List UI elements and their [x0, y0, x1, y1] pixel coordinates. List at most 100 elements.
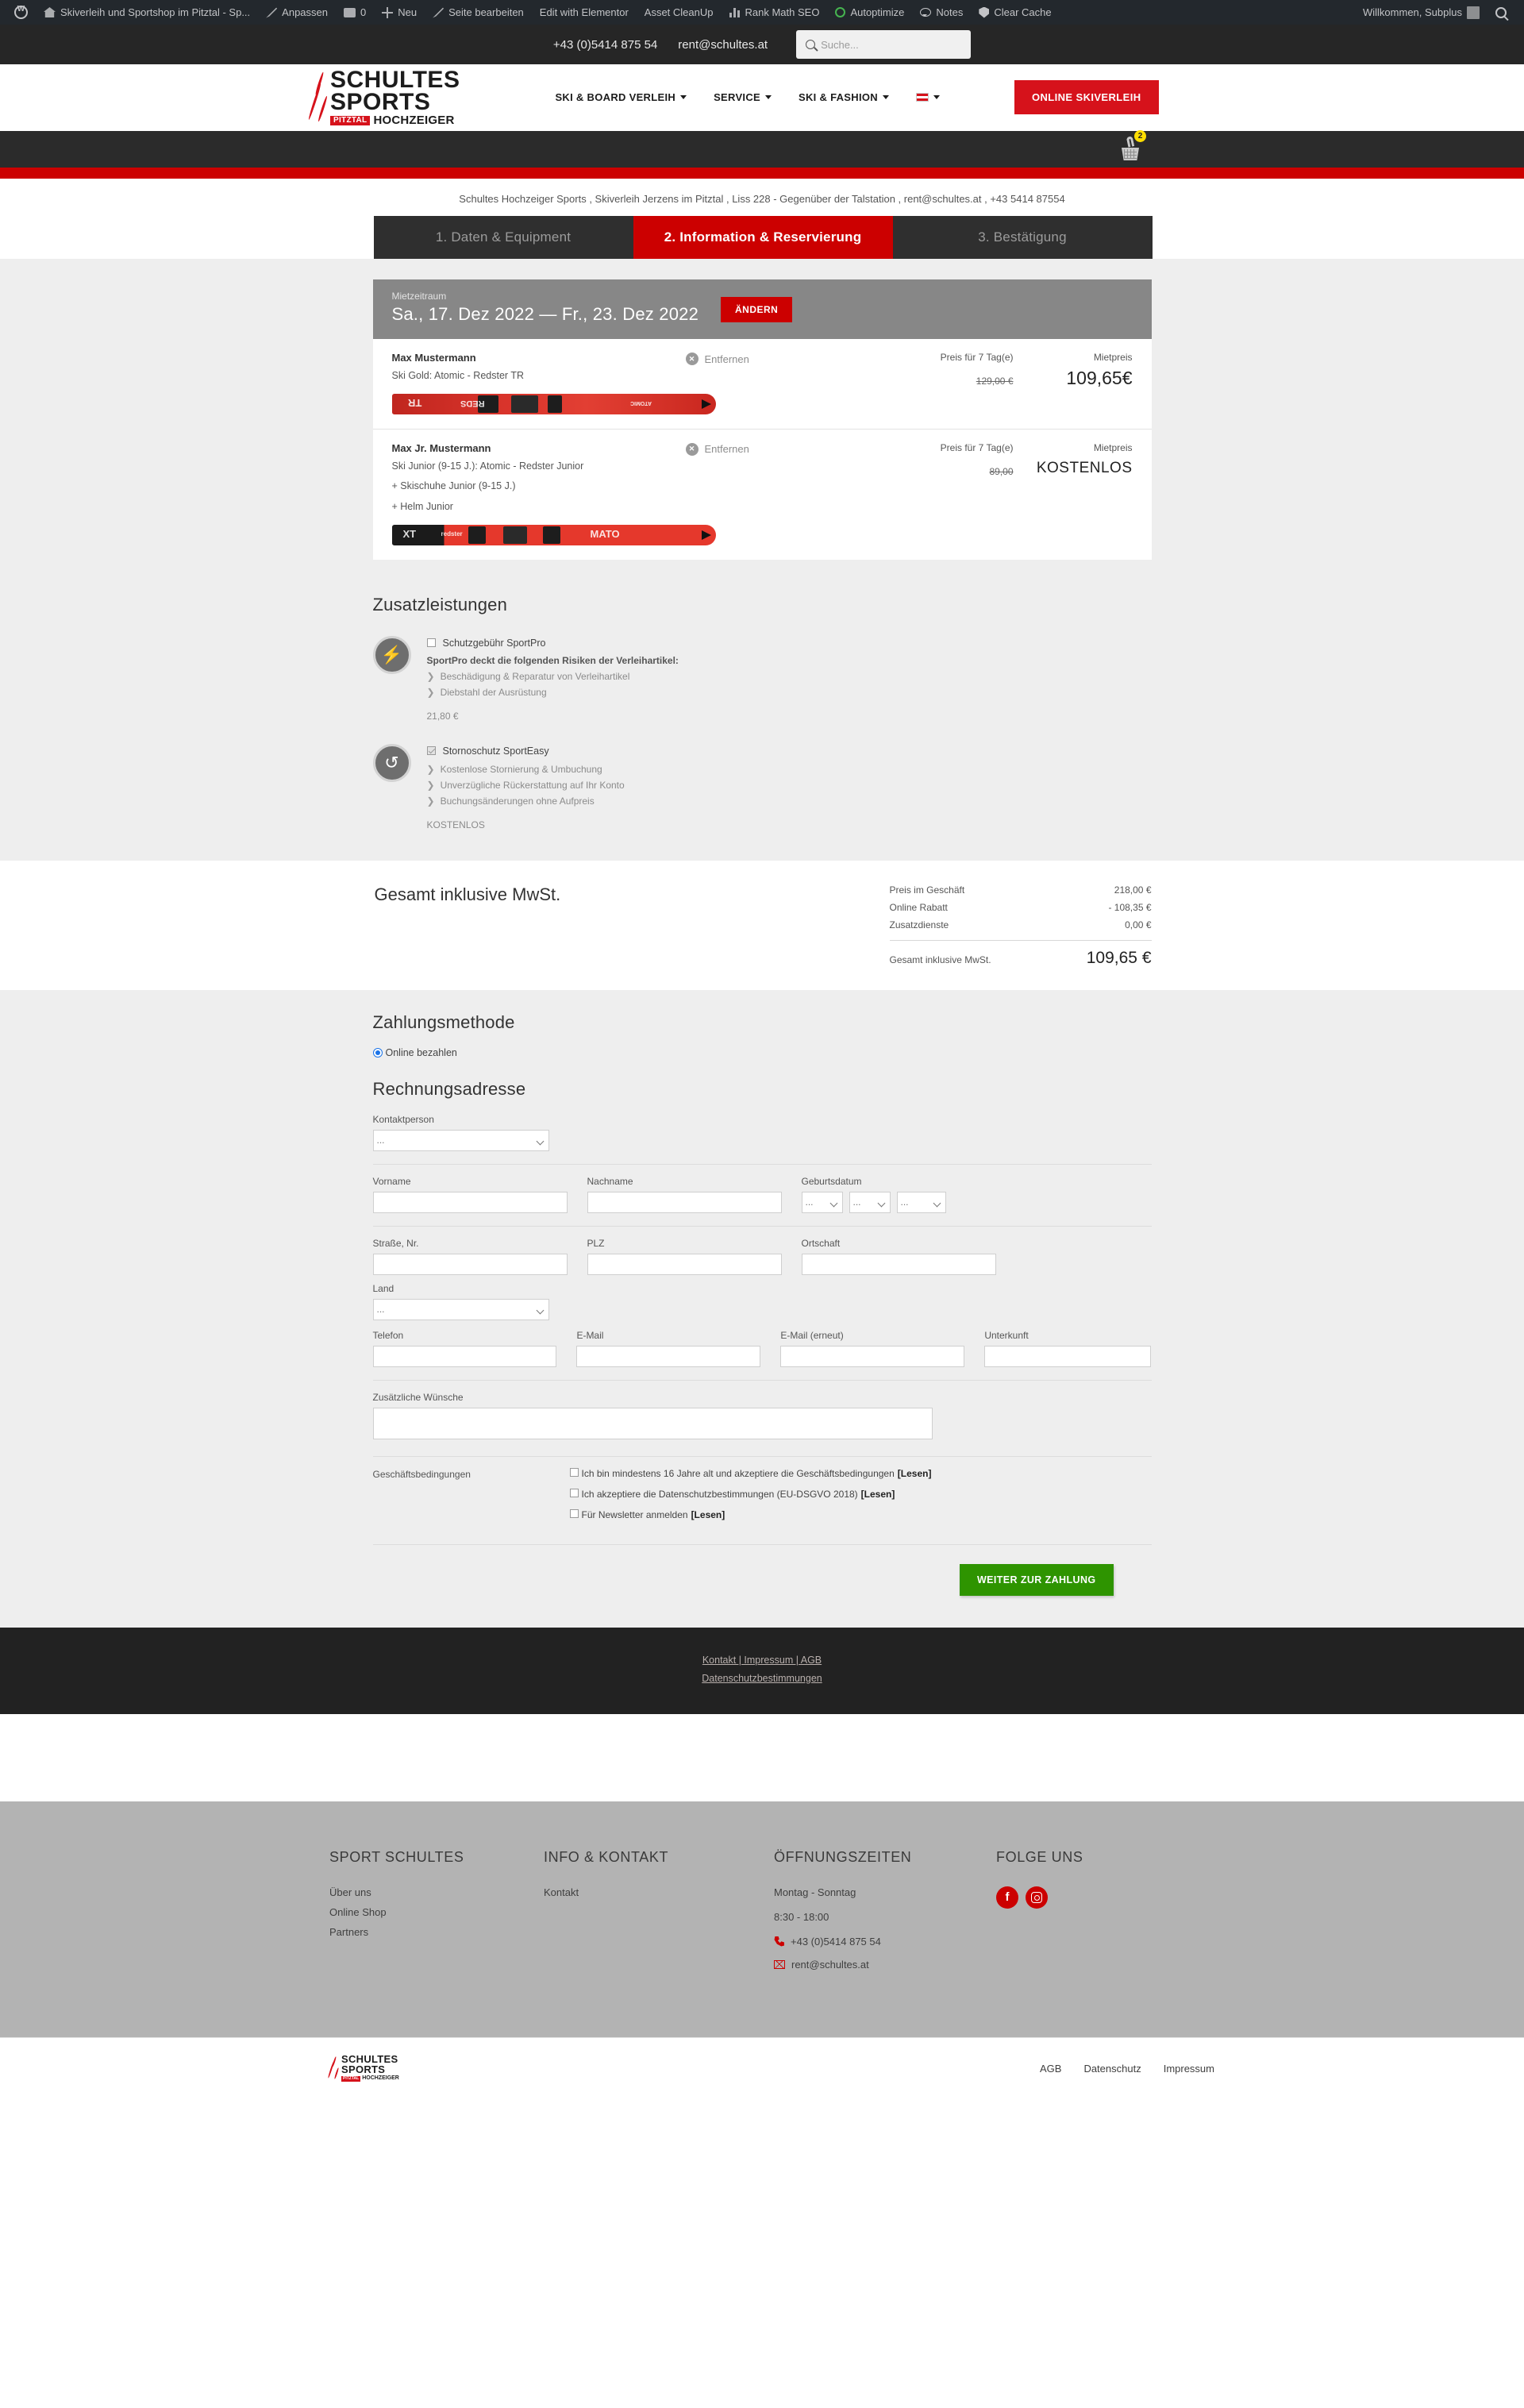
cart-item-remove[interactable]: ✕ Entfernen [685, 442, 863, 456]
admin-bar-edit-page[interactable]: Seite bearbeiten [425, 0, 532, 25]
footer-link-ueber-uns[interactable]: Über uns [329, 1886, 544, 1898]
cart-item-person-name: Max Mustermann [391, 352, 476, 364]
dark-footer-links: Kontakt | Impressum | AGB Datenschutzbes… [0, 1627, 1524, 1714]
bottom-link-datenschutz[interactable]: Datenschutz [1083, 2063, 1141, 2075]
chevron-right-icon: ❯ [426, 686, 435, 698]
cart-button[interactable]: 2 [1116, 130, 1146, 166]
admin-bar-new[interactable]: Neu [374, 0, 425, 25]
zusaetzliche-wuensche-textarea[interactable] [372, 1407, 933, 1439]
nav-item-ski-board-verleih[interactable]: SKI & BOARD VERLEIH [555, 91, 687, 103]
nav-item-language[interactable] [915, 93, 940, 102]
cart-item-row: Max Jr. Mustermann Ski Junior (9-15 J.):… [372, 428, 1152, 560]
change-dates-button[interactable]: ÄNDERN [721, 297, 793, 322]
cart-item-rent-header: Mietpreis [1093, 352, 1133, 363]
nav-item-service[interactable]: SERVICE [714, 91, 772, 103]
rental-period-dates: Sa., 17. Dez 2022 — Fr., 23. Dez 2022 [391, 304, 699, 324]
terms-link-lesen[interactable]: [Lesen] [691, 1509, 725, 1520]
header-email[interactable]: rent@schultes.at [678, 38, 768, 52]
instagram-icon[interactable] [1026, 1886, 1048, 1909]
terms-checkbox-privacy[interactable] [569, 1488, 579, 1497]
geburtsdatum-month-select[interactable]: ... [849, 1191, 891, 1213]
billing-address-title: Rechnungsadresse [372, 1078, 526, 1099]
ski-product-image: TR REDS ATOMIC [391, 393, 716, 414]
avatar [1467, 6, 1480, 19]
admin-bar-customize[interactable]: Anpassen [258, 0, 336, 25]
footer-logo[interactable]: SCHULTES SPORTS PITZTAL HOCHZEIGER [327, 2054, 399, 2082]
address-row: Straße, Nr. PLZ Ortschaft [372, 1237, 1152, 1275]
nachname-input[interactable] [587, 1191, 782, 1213]
red-divider [0, 168, 1524, 179]
terms-checkbox-age-agb[interactable] [569, 1467, 579, 1477]
land-select[interactable]: ... [372, 1298, 549, 1320]
geburtsdatum-year-select[interactable]: ... [896, 1191, 946, 1213]
email-input[interactable] [576, 1345, 761, 1367]
header-phone[interactable]: +43 (0)5414 875 54 [553, 38, 657, 52]
addon-bullet-label: Diebstahl der Ausrüstung [440, 686, 547, 698]
terms-link-lesen[interactable]: [Lesen] [898, 1468, 932, 1479]
admin-bar-autoptimize[interactable]: Autoptimize [827, 0, 912, 25]
admin-bar-wordpress-logo[interactable] [10, 0, 36, 25]
terms-checkbox-newsletter[interactable] [569, 1508, 579, 1518]
site-logo[interactable]: SCHULTES SPORTS PITZTAL HOCHZEIGER [307, 68, 460, 126]
telefon-input[interactable] [372, 1345, 557, 1367]
admin-bar-clear-cache[interactable]: Clear Cache [971, 0, 1059, 25]
online-skiverleih-button[interactable]: ONLINE SKIVERLEIH [1014, 80, 1159, 115]
admin-bar-elementor[interactable]: Edit with Elementor [532, 0, 637, 25]
kontaktperson-select[interactable]: ... [372, 1129, 549, 1151]
swoosh-icon [327, 2056, 340, 2080]
terms-link-lesen[interactable]: [Lesen] [861, 1489, 895, 1500]
plz-input[interactable] [587, 1253, 782, 1275]
admin-bar-search[interactable] [1487, 0, 1514, 25]
admin-bar-account[interactable]: Willkommen, Subplus [1355, 0, 1487, 25]
ortschaft-input[interactable] [801, 1253, 996, 1275]
email-erneut-input[interactable] [780, 1345, 965, 1367]
wordpress-logo-icon [14, 5, 28, 19]
strasse-input[interactable] [372, 1253, 568, 1275]
step-1-daten-equipment[interactable]: 1. Daten & Equipment [373, 216, 633, 259]
step-3-bestaetigung[interactable]: 3. Bestätigung [892, 216, 1153, 259]
site-footer: SPORT SCHULTES Über uns Online Shop Part… [0, 1801, 1524, 2037]
vorname-input[interactable] [372, 1191, 568, 1213]
addon-bullet-label: Unverzügliche Rückerstattung auf Ihr Kon… [440, 779, 625, 791]
payment-option-online[interactable]: Online bezahlen [372, 1046, 1152, 1058]
admin-bar-rank-math[interactable]: Rank Math SEO [722, 0, 828, 25]
footer-link-datenschutz[interactable]: Datenschutzbestimmungen [702, 1673, 822, 1684]
cart-item-remove[interactable]: ✕ Entfernen [685, 353, 863, 365]
search-input[interactable] [821, 38, 962, 51]
kontaktperson-label: Kontaktperson [372, 1113, 434, 1125]
bottom-link-impressum[interactable]: Impressum [1164, 2063, 1214, 2075]
admin-bar-asset-cleanup[interactable]: Asset CleanUp [637, 0, 722, 25]
weiter-zur-zahlung-button[interactable]: WEITER ZUR ZAHLUNG [959, 1563, 1114, 1596]
footer-email[interactable]: rent@schultes.at [774, 1959, 996, 1971]
footer-link-kontakt[interactable]: Kontakt [544, 1886, 774, 1898]
facebook-icon[interactable]: f [996, 1886, 1018, 1909]
cancellation-protection-icon: ↺ [372, 743, 411, 782]
remove-label: Entfernen [704, 353, 749, 365]
admin-bar-site-name[interactable]: Skiverleih und Sportshop im Pitztal - Sp… [36, 0, 258, 25]
nav-item-ski-fashion[interactable]: SKI & FASHION [799, 91, 889, 103]
addon-sportpro-checkbox[interactable] [426, 638, 436, 647]
footer-link-partners[interactable]: Partners [329, 1926, 544, 1938]
footer-phone[interactable]: +43 (0)5414 875 54 [774, 1936, 996, 1948]
bottom-link-agb[interactable]: AGB [1040, 2063, 1061, 2075]
cart-item-old-price: 129,00 € [976, 376, 1014, 387]
terms-text: Ich bin mindestens 16 Jahre alt und akze… [581, 1467, 895, 1479]
payment-option-label: Online bezahlen [385, 1046, 457, 1058]
radio-online-bezahlen[interactable] [372, 1047, 383, 1058]
cart-item-old-price: 89,00 [989, 465, 1014, 477]
totals-row-label: Online Rabatt [889, 901, 948, 913]
admin-bar-notes[interactable]: Notes [912, 0, 971, 25]
admin-bar-rank-math-label: Rank Math SEO [745, 6, 820, 18]
geburtsdatum-day-select[interactable]: ... [801, 1191, 843, 1213]
admin-bar-comments[interactable]: 0 [336, 0, 374, 25]
addon-sporteasy-checkbox[interactable] [426, 746, 436, 755]
totals-row-value: 0,00 € [1125, 919, 1152, 930]
ortschaft-label: Ortschaft [801, 1237, 841, 1249]
addons-section: Zusatzleistungen ⚡ Schutzgebühr SportPro… [372, 560, 1152, 861]
footer-link-online-shop[interactable]: Online Shop [329, 1906, 544, 1918]
step-2-information-reservierung[interactable]: 2. Information & Reservierung [633, 216, 893, 259]
top-contact-bar: +43 (0)5414 875 54 rent@schultes.at [0, 25, 1524, 64]
site-search[interactable] [796, 30, 972, 59]
unterkunft-input[interactable] [984, 1345, 1152, 1367]
footer-link-line1[interactable]: Kontakt | Impressum | AGB [702, 1655, 822, 1666]
